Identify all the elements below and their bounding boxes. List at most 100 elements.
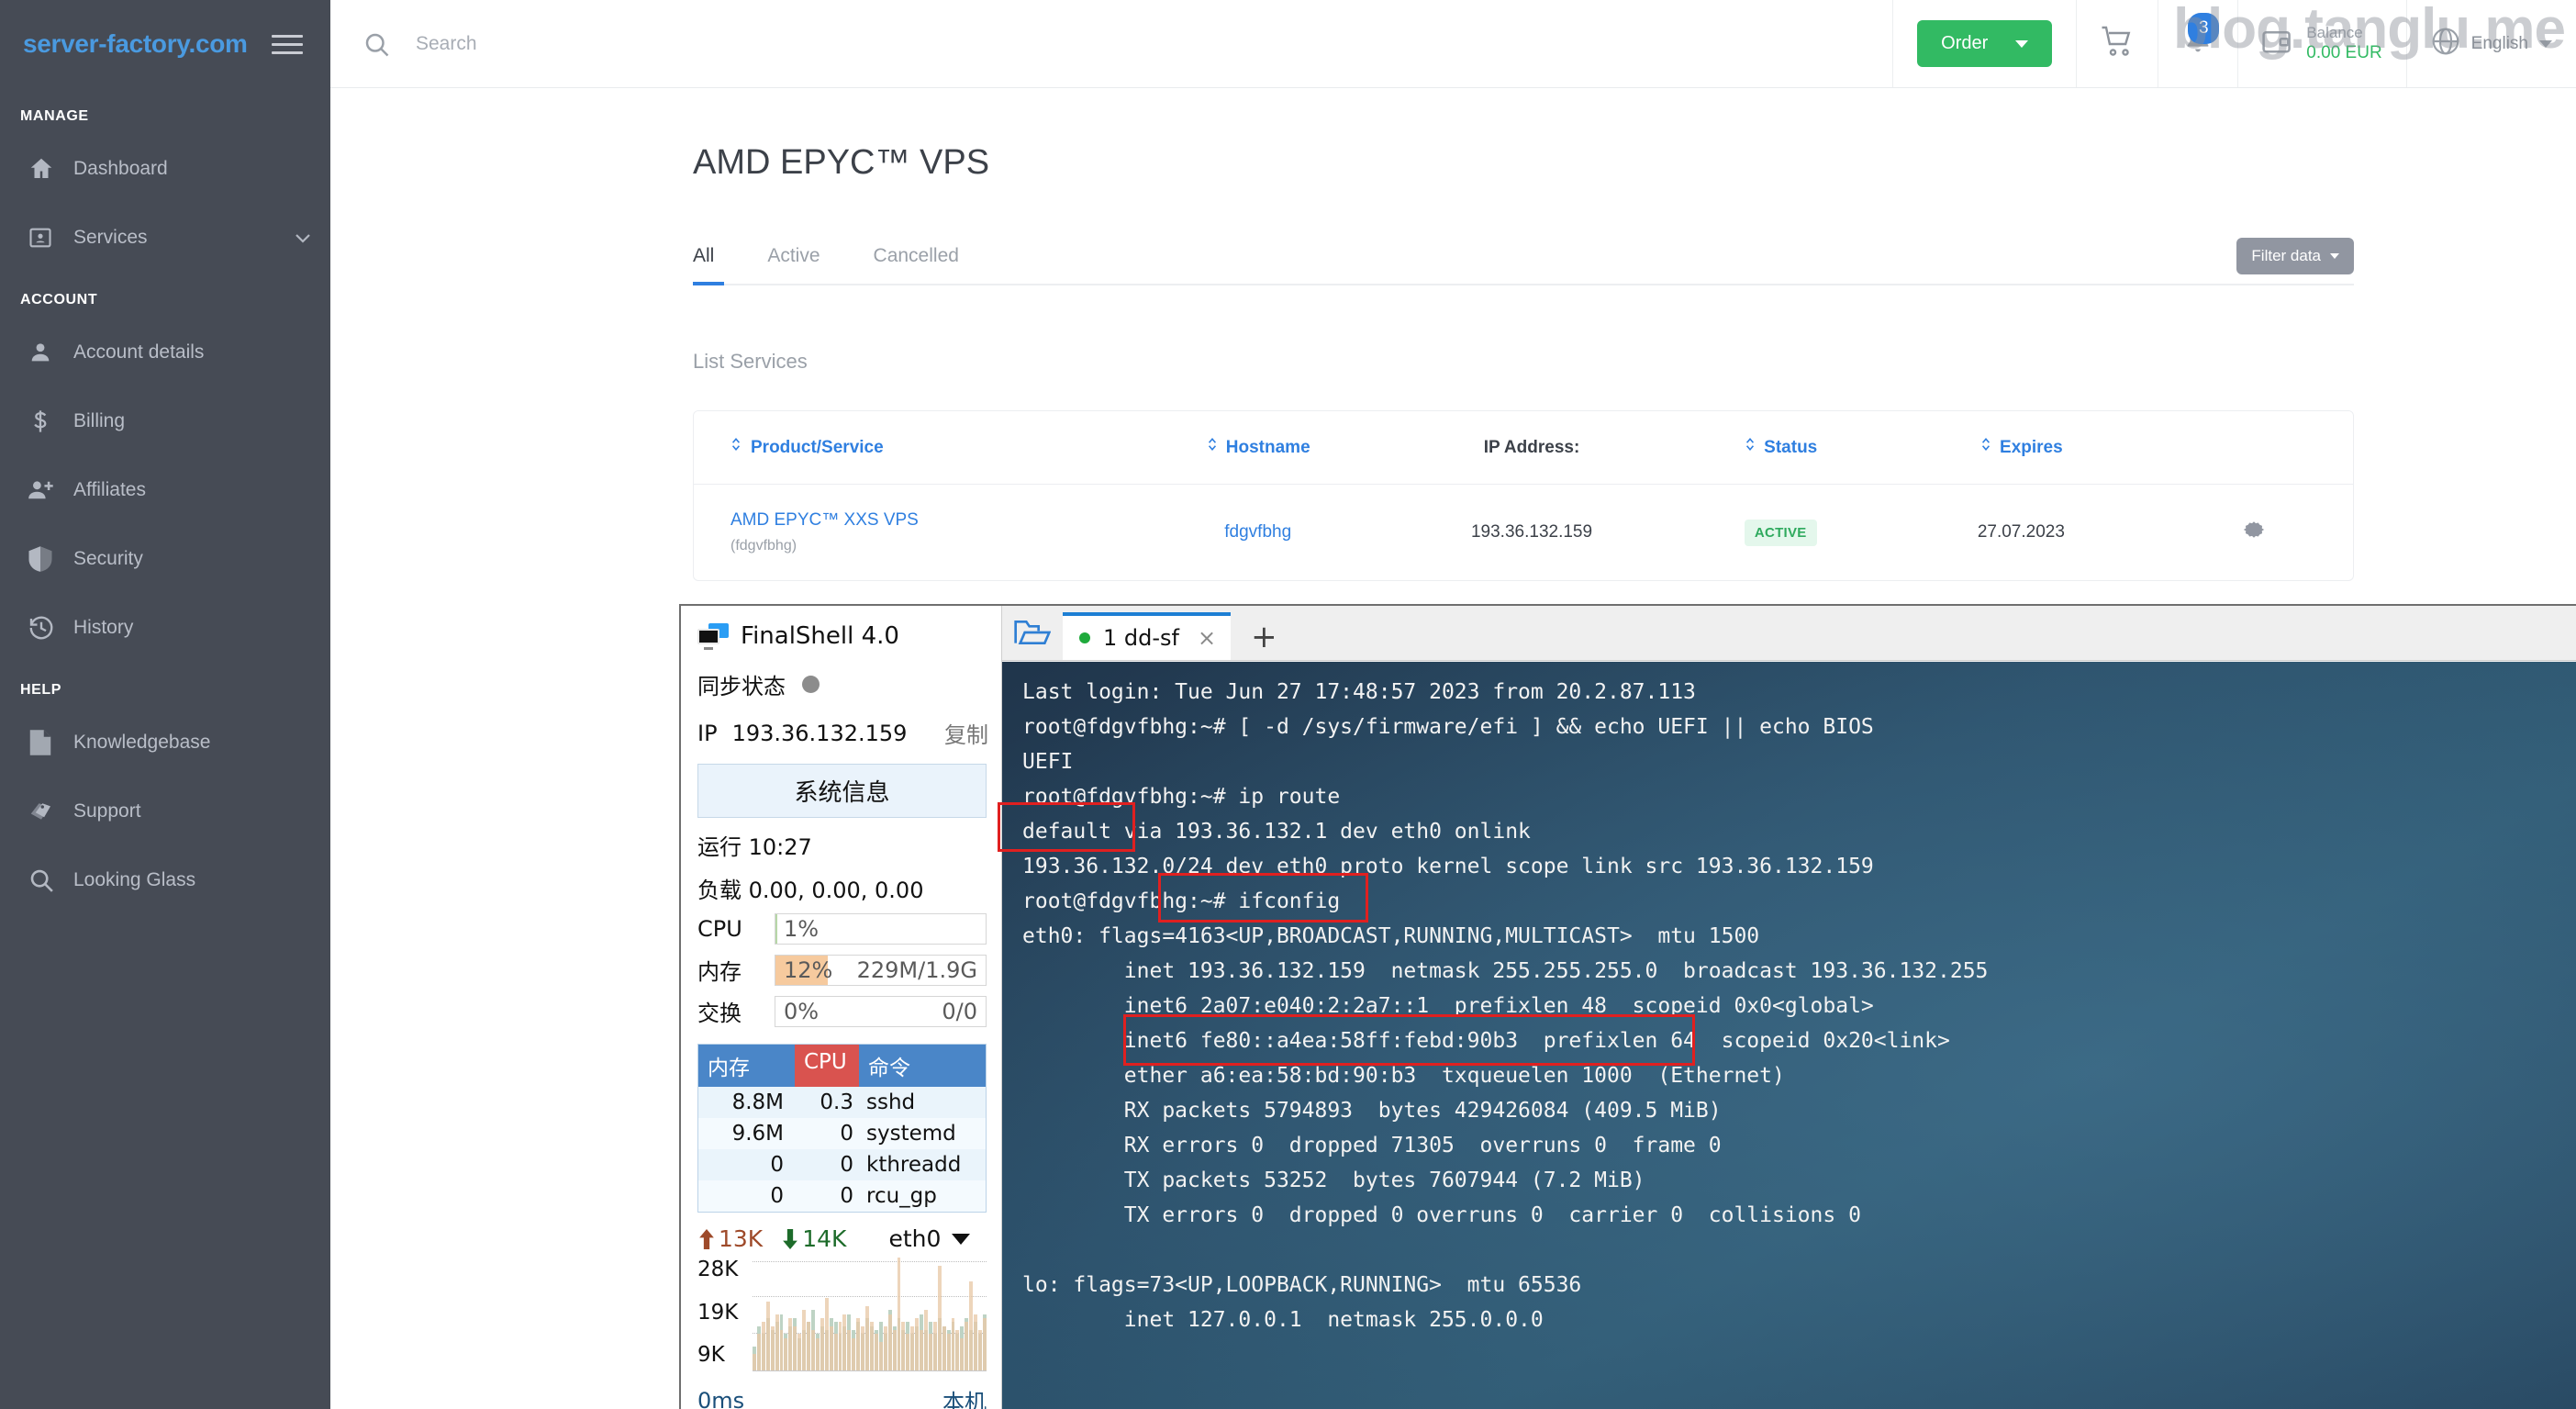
cart-icon[interactable]	[2101, 25, 2134, 62]
hamburger-icon[interactable]	[272, 34, 303, 54]
process-mem: 9.6M	[731, 1122, 784, 1146]
sidebar-item-looking-glass[interactable]: Looking Glass	[0, 845, 330, 914]
search-area	[330, 0, 1892, 87]
network-upload: 13K	[697, 1225, 763, 1252]
network-interface-select[interactable]: eth0	[888, 1225, 971, 1252]
chart-bar	[756, 1334, 761, 1370]
hostname-link[interactable]: fdgvfbhg	[1224, 522, 1291, 542]
chart-bar	[874, 1334, 878, 1370]
tab-active[interactable]: Active	[767, 245, 845, 284]
folder-open-icon[interactable]	[1002, 606, 1063, 660]
table-col-expires[interactable]: Expires	[1888, 411, 2154, 485]
order-button[interactable]: Order	[1917, 20, 2053, 67]
sidebar-item-label: Dashboard	[73, 157, 168, 179]
chart-bar	[869, 1322, 874, 1370]
table-col-status[interactable]: Status	[1672, 411, 1889, 485]
dollar-icon	[28, 408, 73, 434]
tab-cancelled[interactable]: Cancelled	[874, 245, 985, 284]
sidebar-item-affiliates[interactable]: Affiliates	[0, 455, 330, 524]
chart-bar	[797, 1334, 802, 1370]
chart-bar	[810, 1330, 815, 1370]
sidebar-item-history[interactable]: History	[0, 593, 330, 662]
gear-icon[interactable]	[2240, 521, 2268, 548]
language-cell[interactable]: English	[2405, 0, 2576, 87]
sort-icon	[730, 437, 743, 457]
chart-bar	[838, 1322, 842, 1370]
meter-row-1: 内存 12% 229M/1.9G	[681, 945, 1001, 986]
table-col-product-service[interactable]: Product/Service	[694, 411, 1126, 485]
tab-all[interactable]: All	[693, 245, 740, 285]
terminal-output-area[interactable]: Last login: Tue Jun 27 17:48:57 2023 fro…	[1002, 662, 2576, 1409]
arrow-up-icon	[699, 1228, 714, 1249]
sidebar-item-label: Support	[73, 800, 141, 822]
sidebar-section-title-help: HELP	[20, 682, 62, 698]
order-button-label: Order	[1941, 33, 1989, 53]
services-table: Product/Service Hostname IP Address: Status…	[694, 411, 2353, 580]
table-col-label: Hostname	[1225, 438, 1310, 457]
chart-bar	[856, 1317, 861, 1370]
chart-bar	[951, 1317, 955, 1370]
chevron-down-icon[interactable]	[2539, 39, 2552, 48]
sidebar-item-account-details[interactable]: Account details	[0, 318, 330, 386]
chart-bar	[965, 1322, 969, 1370]
terminal-tab[interactable]: 1 dd-sf ×	[1063, 612, 1232, 660]
chart-bar	[753, 1354, 756, 1370]
chevron-down-icon	[952, 1233, 971, 1245]
new-tab-button[interactable]: +	[1231, 621, 1296, 660]
close-icon[interactable]: ×	[1198, 625, 1216, 651]
sidebar-item-security[interactable]: Security	[0, 524, 330, 593]
chevron-down-icon[interactable]	[275, 227, 330, 249]
meter-row-2: 交换 0% 0/0	[681, 986, 1001, 1027]
meter-bar: 12% 229M/1.9G	[775, 954, 987, 986]
balance-text: Balance 0.00 EUR	[2306, 23, 2381, 64]
sidebar-item-dashboard[interactable]: Dashboard	[0, 134, 330, 203]
globe-icon	[2431, 27, 2460, 61]
finalshell-left-panel: FinalShell 4.0 同步状态 IP 193.36.132.159 复制…	[681, 606, 1002, 1409]
meter-detail: 0/0	[942, 998, 977, 1024]
load-row: 负载 0.00, 0.00, 0.00	[681, 861, 1001, 904]
sidebar-item-label: Affiliates	[73, 478, 146, 500]
chart-bar	[897, 1258, 901, 1370]
table-col-hostname[interactable]: Hostname	[1125, 411, 1391, 485]
notifications-cell[interactable]: 3	[2158, 0, 2237, 87]
search-input[interactable]	[416, 32, 1793, 55]
table-col-label: Expires	[2000, 438, 2063, 457]
cell-product: AMD EPYC™ XXS VPS (fdgvfbhg)	[694, 485, 1125, 581]
table-col-label: Status	[1764, 438, 1818, 457]
process-cpu: 0	[840, 1184, 853, 1208]
product-subtext: (fdgvfbhg)	[730, 538, 797, 554]
ip-label: IP	[697, 720, 718, 746]
sidebar-item-billing[interactable]: Billing	[0, 386, 330, 455]
chart-bar	[815, 1337, 820, 1370]
network-header: 13K 14K eth0	[681, 1213, 1001, 1252]
chart-bar	[910, 1325, 915, 1370]
chart-bar	[946, 1334, 951, 1370]
sidebar-item-knowledgebase[interactable]: Knowledgebase	[0, 708, 330, 777]
connection-status-icon	[1079, 632, 1090, 643]
chart-bar	[820, 1317, 824, 1370]
copy-button[interactable]: 复制	[944, 717, 988, 749]
brand-logo[interactable]: server-factory.com	[23, 29, 248, 59]
meter-label: CPU	[697, 916, 742, 942]
ip-address-value: 193.36.132.159	[1470, 522, 1593, 542]
sidebar-item-support[interactable]: Support	[0, 777, 330, 845]
system-info-button[interactable]: 系统信息	[697, 764, 987, 818]
chart-bar	[765, 1302, 770, 1370]
filter-data-button[interactable]: Filter data	[2236, 238, 2354, 274]
balance-cell[interactable]: Balance 0.00 EUR	[2237, 0, 2405, 87]
cart-cell[interactable]	[2076, 0, 2158, 87]
sidebar-item-label: Knowledgebase	[73, 731, 211, 753]
search-icon	[362, 30, 390, 58]
sidebar-section-title-manage: MANAGE	[20, 108, 89, 124]
table-col-ip-address: IP Address:	[1390, 411, 1673, 485]
notification-badge: 3	[2188, 13, 2220, 44]
chart-bar	[784, 1337, 788, 1370]
sync-status-indicator	[802, 676, 820, 693]
uptime-row: 运行 10:27	[681, 818, 1001, 861]
load-value: 0.00, 0.00, 0.00	[748, 878, 924, 903]
meter-bar: 1%	[775, 913, 987, 945]
balance-label: Balance	[2306, 24, 2363, 41]
product-link[interactable]: AMD EPYC™ XXS VPS	[730, 510, 1125, 531]
sidebar-item-services[interactable]: Services	[0, 203, 330, 272]
meter-row-0: CPU 1%	[681, 904, 1001, 945]
